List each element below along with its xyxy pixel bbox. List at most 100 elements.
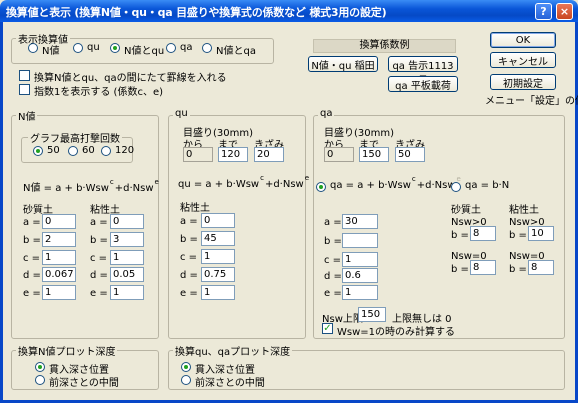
cancel-button[interactable]: キャンセル: [490, 52, 556, 68]
n-clay-e-field[interactable]: [110, 285, 144, 300]
graph-radio-60[interactable]: [68, 146, 78, 156]
qa-key-e: e =: [324, 288, 342, 299]
n-sand-c-field[interactable]: [42, 250, 76, 265]
qa-b-field[interactable]: [342, 233, 378, 248]
graph-label-120: 120: [115, 145, 135, 156]
qa-e-field[interactable]: [342, 285, 378, 300]
qu-d-field[interactable]: [201, 267, 235, 282]
graph-radio-120[interactable]: [101, 146, 111, 156]
quqa-plot-radio-depth[interactable]: [181, 362, 191, 372]
graph-label-50: 50: [47, 145, 60, 156]
qa-formula2-radio[interactable]: [451, 182, 461, 192]
n-sand-key-a: a =: [23, 217, 41, 228]
display-radio-qu[interactable]: [73, 43, 83, 53]
qa-key-b: b =: [324, 236, 342, 247]
n-sand-b-field[interactable]: [42, 232, 76, 247]
n-clay-b-field[interactable]: [110, 232, 144, 247]
nsw-limit-field[interactable]: [358, 307, 386, 322]
quqa-plot-depth-label: 換算qu、qaプロット深度: [173, 343, 293, 358]
notice-1113-preset-button[interactable]: qa 告示1113号: [388, 56, 458, 87]
qa-formula2: qa = b·N: [465, 180, 510, 191]
qa-clay-b-pos-field[interactable]: [528, 226, 554, 241]
qa-clay-label: 粘性土: [509, 205, 539, 216]
n-clay-key-e: e =: [90, 288, 108, 299]
qa-scale-step-field[interactable]: [395, 147, 425, 162]
qu-scale-from-field[interactable]: [183, 147, 213, 162]
n-clay-d-field[interactable]: [110, 267, 144, 282]
qu-formula: qu = a + b·Wswc+d·Nswe: [178, 174, 310, 190]
qu-key-c: c =: [180, 252, 198, 263]
n-formula: N値 = a + b·Wswc+d·Nswe: [23, 178, 159, 194]
qa-sand-b-zero-key: b =: [451, 264, 469, 275]
close-button[interactable]: ×: [556, 3, 573, 20]
n-sand-a-field[interactable]: [42, 214, 76, 229]
gridline-label: 換算N値とqu、qaの間にたて罫線を入れる: [34, 73, 227, 84]
qu-group-label: qu: [173, 108, 190, 119]
qa-formula1: qa = a + b·Wswc+d·Nswe: [330, 175, 461, 191]
display-radio-n[interactable]: [28, 43, 38, 53]
qa-clay-b-zero-field[interactable]: [528, 260, 554, 275]
qu-a-field[interactable]: [201, 213, 235, 228]
graph-label-60: 60: [82, 145, 95, 156]
coef-examples-header: 換算係数例: [313, 39, 456, 53]
qu-scale-to-field[interactable]: [218, 147, 248, 162]
n-clay-key-c: c =: [90, 253, 108, 264]
plate-load-preset-button[interactable]: qa 平板載荷: [388, 76, 458, 92]
quqa-plot-option-mid: 前深さとの中間: [195, 378, 265, 389]
display-radio-n-qa[interactable]: [202, 43, 212, 53]
gridline-checkbox[interactable]: [19, 70, 30, 81]
ok-button[interactable]: OK: [490, 32, 556, 48]
qa-c-field[interactable]: [342, 252, 378, 267]
init-settings-button[interactable]: 初期設定: [490, 74, 556, 90]
qu-key-a: a =: [180, 216, 198, 227]
n-clay-key-d: d =: [90, 270, 108, 281]
qu-key-e: e =: [180, 288, 198, 299]
menu-settings-note: メニュー「設定」の値: [485, 96, 578, 107]
qa-sand-label: 砂質土: [451, 205, 481, 216]
qu-key-b: b =: [180, 234, 198, 245]
n-clay-key-b: b =: [90, 235, 108, 246]
qa-scale-from-field[interactable]: [324, 147, 354, 162]
exponent-checkbox[interactable]: [19, 84, 30, 95]
qu-b-field[interactable]: [201, 231, 235, 246]
wsw-only-checkbox[interactable]: ✓: [322, 323, 333, 334]
n-plot-depth-label: 換算N値プロット深度: [16, 343, 118, 358]
display-label-n-qa: N値とqa: [216, 46, 256, 57]
qa-key-c: c =: [324, 255, 342, 266]
window-title: 換算値と表示 (換算N値・qu・qa 目盛りや換算式の係数など 様式3用の設定): [6, 6, 387, 19]
title-bar: 換算値と表示 (換算N値・qu・qa 目盛りや換算式の係数など 様式3用の設定)…: [0, 0, 578, 22]
display-label-qa: qa: [180, 42, 193, 53]
display-radio-qa[interactable]: [166, 43, 176, 53]
qa-d-field[interactable]: [342, 268, 378, 283]
n-value-group-label: N値: [16, 108, 38, 123]
n-sand-d-field[interactable]: [42, 267, 76, 282]
display-label-n-qu: N値とqu: [124, 46, 165, 57]
qa-formula1-radio[interactable]: [316, 182, 326, 192]
n-plot-radio-depth[interactable]: [35, 362, 45, 372]
qa-sand-b-zero-field[interactable]: [470, 260, 496, 275]
qu-scale-step-field[interactable]: [254, 147, 284, 162]
quqa-plot-radio-mid[interactable]: [181, 375, 191, 385]
n-sand-e-field[interactable]: [42, 285, 76, 300]
n-sand-key-e: e =: [23, 288, 41, 299]
graph-radio-50[interactable]: [33, 146, 43, 156]
qu-e-field[interactable]: [201, 285, 235, 300]
n-clay-a-field[interactable]: [110, 214, 144, 229]
graph-max-label: グラフ最高打撃回数: [28, 130, 122, 145]
n-sand-key-b: b =: [23, 235, 41, 246]
n-clay-key-a: a =: [90, 217, 108, 228]
qu-clay-label: 粘性土: [180, 203, 210, 214]
qa-a-field[interactable]: [342, 214, 378, 229]
qu-c-field[interactable]: [201, 249, 235, 264]
n-clay-c-field[interactable]: [110, 250, 144, 265]
help-button[interactable]: ?: [535, 3, 552, 20]
qu-key-d: d =: [180, 270, 198, 281]
n-plot-radio-mid[interactable]: [35, 375, 45, 385]
inada-preset-button[interactable]: N値・qu 稲田: [308, 56, 378, 72]
qa-scale-to-field[interactable]: [359, 147, 389, 162]
qa-group-label: qa: [318, 108, 335, 119]
qa-sand-b-pos-field[interactable]: [470, 226, 496, 241]
display-radio-n-qu[interactable]: [110, 43, 120, 53]
n-plot-option-mid: 前深さとの中間: [49, 378, 119, 389]
qa-sand-b-pos-key: b =: [451, 230, 469, 241]
